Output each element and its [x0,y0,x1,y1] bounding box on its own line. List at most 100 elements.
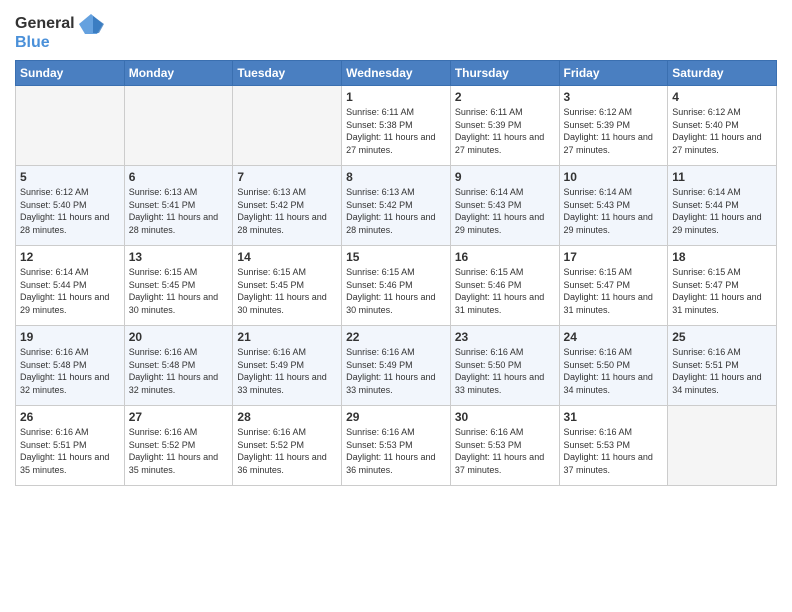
calendar-week-1: 5Sunrise: 6:12 AMSunset: 5:40 PMDaylight… [16,166,777,246]
calendar-cell [124,86,233,166]
calendar-week-0: 1Sunrise: 6:11 AMSunset: 5:38 PMDaylight… [16,86,777,166]
calendar-cell [16,86,125,166]
calendar-cell: 10 Sunrise: 6:14 AMSunset: 5:43 PMDayligh… [559,166,668,246]
day-number: 7 [237,170,337,184]
calendar-cell: 11 Sunrise: 6:14 AMSunset: 5:44 PMDayligh… [668,166,777,246]
header: General Blue [15,10,777,52]
calendar-cell: 25Sunrise: 6:16 AMSunset: 5:51 PMDayligh… [668,326,777,406]
day-number: 12 [20,250,120,264]
day-info: Sunrise: 6:16 AMSunset: 5:53 PMDaylight:… [346,426,446,476]
day-info: Sunrise: 6:16 AMSunset: 5:51 PMDaylight:… [20,426,120,476]
day-number: 17 [564,250,664,264]
logo: General Blue [15,10,105,52]
calendar-cell: 31Sunrise: 6:16 AMSunset: 5:53 PMDayligh… [559,406,668,486]
day-number: 4 [672,90,772,104]
calendar-cell: 21 Sunrise: 6:16 AMSunset: 5:49 PMDayligh… [233,326,342,406]
calendar-cell: 12 Sunrise: 6:14 AMSunset: 5:44 PMDayligh… [16,246,125,326]
calendar-cell: 16Sunrise: 6:15 AMSunset: 5:46 PMDayligh… [450,246,559,326]
day-number: 22 [346,330,446,344]
day-number: 19 [20,330,120,344]
calendar-cell: 17 Sunrise: 6:15 AMSunset: 5:47 PMDayligh… [559,246,668,326]
day-info: Sunrise: 6:15 AMSunset: 5:45 PMDaylight:… [237,266,337,316]
day-number: 30 [455,410,555,424]
calendar-cell: 19 Sunrise: 6:16 AMSunset: 5:48 PMDayligh… [16,326,125,406]
calendar-cell: 8 Sunrise: 6:13 AMSunset: 5:42 PMDaylight… [342,166,451,246]
day-info: Sunrise: 6:15 AMSunset: 5:45 PMDaylight:… [129,266,229,316]
day-info: Sunrise: 6:14 AMSunset: 5:44 PMDaylight:… [20,266,120,316]
day-info: Sunrise: 6:13 AMSunset: 5:42 PMDaylight:… [346,186,446,236]
calendar-cell: 14 Sunrise: 6:15 AMSunset: 5:45 PMDayligh… [233,246,342,326]
day-info: Sunrise: 6:15 AMSunset: 5:47 PMDaylight:… [564,266,664,316]
day-number: 21 [237,330,337,344]
day-number: 6 [129,170,229,184]
calendar-week-2: 12 Sunrise: 6:14 AMSunset: 5:44 PMDayligh… [16,246,777,326]
day-number: 25 [672,330,772,344]
day-info: Sunrise: 6:16 AMSunset: 5:50 PMDaylight:… [455,346,555,396]
day-header-sunday: Sunday [16,61,125,86]
day-info: Sunrise: 6:15 AMSunset: 5:46 PMDaylight:… [455,266,555,316]
day-info: Sunrise: 6:16 AMSunset: 5:48 PMDaylight:… [129,346,229,396]
calendar-cell: 2Sunrise: 6:11 AMSunset: 5:39 PMDaylight… [450,86,559,166]
calendar-cell: 15 Sunrise: 6:15 AMSunset: 5:46 PMDayligh… [342,246,451,326]
day-info: Sunrise: 6:16 AMSunset: 5:48 PMDaylight:… [20,346,120,396]
calendar-cell: 30 Sunrise: 6:16 AMSunset: 5:53 PMDayligh… [450,406,559,486]
calendar-cell: 28 Sunrise: 6:16 AMSunset: 5:52 PMDayligh… [233,406,342,486]
day-info: Sunrise: 6:12 AMSunset: 5:40 PMDaylight:… [20,186,120,236]
calendar-cell: 4Sunrise: 6:12 AMSunset: 5:40 PMDaylight… [668,86,777,166]
calendar-cell: 23 Sunrise: 6:16 AMSunset: 5:50 PMDayligh… [450,326,559,406]
day-number: 10 [564,170,664,184]
day-header-friday: Friday [559,61,668,86]
day-number: 1 [346,90,446,104]
day-info: Sunrise: 6:16 AMSunset: 5:49 PMDaylight:… [237,346,337,396]
day-number: 15 [346,250,446,264]
day-info: Sunrise: 6:14 AMSunset: 5:43 PMDaylight:… [455,186,555,236]
day-info: Sunrise: 6:14 AMSunset: 5:43 PMDaylight:… [564,186,664,236]
calendar-cell: 27 Sunrise: 6:16 AMSunset: 5:52 PMDayligh… [124,406,233,486]
calendar-cell: 24 Sunrise: 6:16 AMSunset: 5:50 PMDayligh… [559,326,668,406]
calendar-week-4: 26 Sunrise: 6:16 AMSunset: 5:51 PMDayligh… [16,406,777,486]
day-number: 20 [129,330,229,344]
day-number: 11 [672,170,772,184]
calendar-cell: 26 Sunrise: 6:16 AMSunset: 5:51 PMDayligh… [16,406,125,486]
day-header-tuesday: Tuesday [233,61,342,86]
day-number: 28 [237,410,337,424]
day-info: Sunrise: 6:15 AMSunset: 5:46 PMDaylight:… [346,266,446,316]
day-header-monday: Monday [124,61,233,86]
day-info: Sunrise: 6:15 AMSunset: 5:47 PMDaylight:… [672,266,772,316]
day-number: 18 [672,250,772,264]
calendar-header-row: SundayMondayTuesdayWednesdayThursdayFrid… [16,61,777,86]
day-info: Sunrise: 6:16 AMSunset: 5:53 PMDaylight:… [455,426,555,476]
calendar: SundayMondayTuesdayWednesdayThursdayFrid… [15,60,777,486]
day-number: 3 [564,90,664,104]
calendar-cell: 22 Sunrise: 6:16 AMSunset: 5:49 PMDayligh… [342,326,451,406]
day-number: 24 [564,330,664,344]
day-info: Sunrise: 6:16 AMSunset: 5:52 PMDaylight:… [237,426,337,476]
calendar-cell: 20 Sunrise: 6:16 AMSunset: 5:48 PMDayligh… [124,326,233,406]
calendar-cell: 18 Sunrise: 6:15 AMSunset: 5:47 PMDayligh… [668,246,777,326]
day-info: Sunrise: 6:16 AMSunset: 5:50 PMDaylight:… [564,346,664,396]
day-number: 14 [237,250,337,264]
day-info: Sunrise: 6:14 AMSunset: 5:44 PMDaylight:… [672,186,772,236]
page: General Blue SundayMondayTuesdayWednesda… [0,0,792,612]
calendar-week-3: 19 Sunrise: 6:16 AMSunset: 5:48 PMDayligh… [16,326,777,406]
day-number: 26 [20,410,120,424]
calendar-cell: 5Sunrise: 6:12 AMSunset: 5:40 PMDaylight… [16,166,125,246]
day-number: 29 [346,410,446,424]
day-number: 9 [455,170,555,184]
day-number: 13 [129,250,229,264]
day-number: 8 [346,170,446,184]
day-header-wednesday: Wednesday [342,61,451,86]
day-number: 2 [455,90,555,104]
day-header-saturday: Saturday [668,61,777,86]
day-info: Sunrise: 6:16 AMSunset: 5:52 PMDaylight:… [129,426,229,476]
day-info: Sunrise: 6:13 AMSunset: 5:41 PMDaylight:… [129,186,229,236]
calendar-cell: 7Sunrise: 6:13 AMSunset: 5:42 PMDaylight… [233,166,342,246]
day-info: Sunrise: 6:16 AMSunset: 5:53 PMDaylight:… [564,426,664,476]
calendar-cell: 3Sunrise: 6:12 AMSunset: 5:39 PMDaylight… [559,86,668,166]
day-number: 23 [455,330,555,344]
day-info: Sunrise: 6:16 AMSunset: 5:49 PMDaylight:… [346,346,446,396]
calendar-cell: 9 Sunrise: 6:14 AMSunset: 5:43 PMDaylight… [450,166,559,246]
logo-text: General [15,15,75,33]
day-number: 27 [129,410,229,424]
calendar-cell: 6 Sunrise: 6:13 AMSunset: 5:41 PMDaylight… [124,166,233,246]
